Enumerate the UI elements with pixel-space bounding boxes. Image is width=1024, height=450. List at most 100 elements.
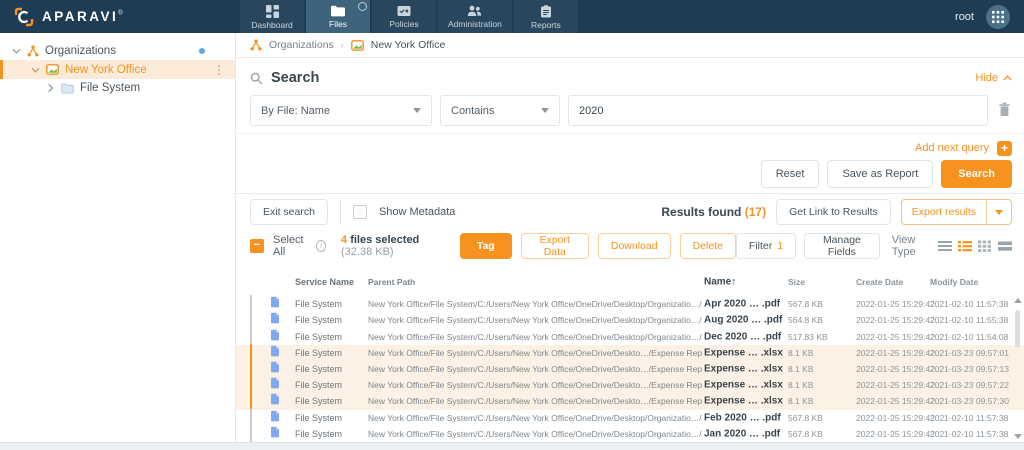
sidebar-item-organizations[interactable]: Organizations [0, 42, 235, 60]
tab-reports[interactable]: Reports [513, 0, 578, 33]
row-checkbox[interactable] [250, 424, 252, 443]
field-select[interactable]: By File: Name [250, 95, 432, 126]
tag-button[interactable]: Tag [459, 233, 512, 259]
chevron-down-icon [995, 209, 1003, 215]
delete-button[interactable]: Delete [679, 233, 736, 259]
column-header-size[interactable]: Size [788, 277, 850, 287]
tab-dashboard[interactable]: Dashboard [240, 0, 304, 33]
add-next-query[interactable]: Add next query [915, 140, 1012, 156]
cell-file-name[interactable]: Dec 2020 … .pdf [704, 331, 788, 342]
cell-file-name[interactable]: Expense … .xlsx [704, 347, 788, 358]
cell-file-name[interactable]: Feb 2020 … .pdf [704, 412, 788, 423]
export-results-caret[interactable] [986, 200, 1011, 224]
cell-file-name[interactable]: Expense … .xlsx [704, 396, 788, 407]
chevron-down-icon[interactable] [12, 48, 21, 54]
scroll-down-icon[interactable] [1014, 434, 1022, 439]
table-row[interactable]: File System New York Office/File System/… [236, 424, 1024, 443]
exit-search-button[interactable]: Exit search [250, 199, 328, 225]
rows-view-icon[interactable] [998, 240, 1012, 253]
export-results-button[interactable]: Export results [900, 199, 1012, 225]
kebab-menu-icon[interactable] [213, 63, 225, 77]
hide-search-link[interactable]: Hide [975, 72, 1012, 84]
select-all-checkbox[interactable] [250, 239, 264, 253]
column-header-parent-path[interactable]: Parent Path [368, 277, 702, 287]
scroll-up-icon[interactable] [1014, 298, 1022, 303]
aparavi-files-screen: APARAVI® Dashboard Files Policies Admini… [0, 0, 1024, 450]
cell-file-name[interactable]: Apr 2020 … .pdf [704, 299, 788, 310]
chevron-right-icon[interactable] [48, 83, 54, 93]
query-builder-row: By File: Name Contains [250, 95, 1012, 126]
table-row[interactable]: File System New York Office/File System/… [236, 343, 1024, 362]
chevron-down-icon [541, 108, 549, 113]
table-body: File System New York Office/File System/… [236, 295, 1024, 443]
tab-label: Administration [448, 19, 502, 29]
table-row[interactable]: File System New York Office/File System/… [236, 359, 1024, 378]
detail-view-icon[interactable] [958, 240, 972, 253]
cell-modify-date: 2021-02-10 11:57:38 [930, 412, 1009, 423]
breadcrumb-current[interactable]: New York Office [371, 39, 446, 51]
list-view-icon[interactable] [938, 240, 952, 253]
delete-query-button[interactable] [996, 102, 1012, 120]
table-row[interactable]: File System New York Office/File System/… [236, 311, 1024, 330]
plus-icon[interactable] [997, 140, 1012, 156]
trademark: ® [118, 10, 123, 17]
column-header-modify-date[interactable]: Modify Date [930, 277, 1016, 287]
tab-label: Dashboard [251, 19, 293, 30]
cell-service-name: File System [295, 396, 343, 407]
get-link-button[interactable]: Get Link to Results [776, 199, 891, 225]
table-scrollbar[interactable] [1013, 298, 1023, 439]
folder-icon [61, 82, 74, 94]
query-value-input[interactable] [568, 95, 988, 126]
hide-label: Hide [975, 72, 998, 84]
info-icon[interactable]: i [316, 240, 326, 252]
manage-fields-button[interactable]: Manage Fields [804, 233, 880, 259]
aparavi-logo[interactable]: APARAVI® [14, 0, 123, 33]
selection-toolbar-left: Select All i 4 files selected (32.38 KB)… [250, 233, 736, 259]
sidebar-item-new-york-office[interactable]: New York Office [0, 60, 235, 79]
operator-select[interactable]: Contains [440, 95, 560, 126]
chevron-down-icon[interactable] [31, 67, 40, 73]
save-as-report-button[interactable]: Save as Report [827, 160, 934, 188]
search-button[interactable]: Search [941, 160, 1012, 188]
cell-size: 8.1 KB [788, 396, 814, 407]
breadcrumb: Organizations › New York Office [236, 33, 1024, 58]
table-header: Service Name Parent Path Name↑ Size Crea… [236, 268, 1024, 296]
cell-size: 564.8 KB [788, 315, 823, 326]
cell-file-name[interactable]: Aug 2020 … .pdf [704, 315, 788, 326]
column-header-name[interactable]: Name↑ [704, 277, 788, 288]
show-metadata-label: Show Metadata [378, 206, 456, 218]
cell-size: 567.8 KB [788, 299, 823, 310]
reset-button[interactable]: Reset [760, 160, 820, 188]
apps-grid-button[interactable] [986, 4, 1010, 29]
breadcrumb-root[interactable]: Organizations [269, 39, 334, 51]
show-metadata-checkbox[interactable] [352, 205, 367, 219]
table-row[interactable]: File System New York Office/File System/… [236, 327, 1024, 346]
policies-icon [397, 6, 411, 16]
info-icon[interactable] [358, 2, 367, 11]
table-row[interactable]: File System New York Office/File System/… [236, 408, 1024, 427]
tab-label: Files [329, 19, 347, 29]
tab-administration[interactable]: Administration [438, 0, 512, 33]
column-header-service-name[interactable]: Service Name [295, 277, 365, 287]
table-row[interactable]: File System New York Office/File System/… [236, 295, 1024, 314]
tab-files[interactable]: Files [306, 0, 370, 33]
brand-name: APARAVI [42, 8, 119, 24]
results-found-label: Results found [661, 205, 742, 219]
filter-button[interactable]: Filter 1 [735, 233, 797, 259]
main-content: Organizations › New York Office Search H… [236, 33, 1024, 443]
table-row[interactable]: File System New York Office/File System/… [236, 392, 1024, 411]
table-row[interactable]: File System New York Office/File System/… [236, 376, 1024, 395]
cell-file-name[interactable]: Expense … .xlsx [704, 380, 788, 391]
apps-grid-icon [992, 10, 1004, 23]
cell-modify-date: 2021-02-10 11:55:38 [930, 315, 1009, 326]
cell-file-name[interactable]: Jan 2020 … .pdf [704, 428, 788, 439]
search-title: Search [250, 70, 319, 86]
cell-service-name: File System [295, 380, 343, 391]
grid-view-icon[interactable] [978, 240, 992, 253]
sidebar-item-file-system[interactable]: File System [0, 79, 235, 97]
download-button[interactable]: Download [597, 233, 671, 259]
cell-file-name[interactable]: Expense … .xlsx [704, 363, 788, 374]
scrollbar-thumb[interactable] [1015, 310, 1020, 348]
tab-policies[interactable]: Policies [372, 0, 436, 33]
export-data-button[interactable]: Export Data [520, 233, 589, 259]
